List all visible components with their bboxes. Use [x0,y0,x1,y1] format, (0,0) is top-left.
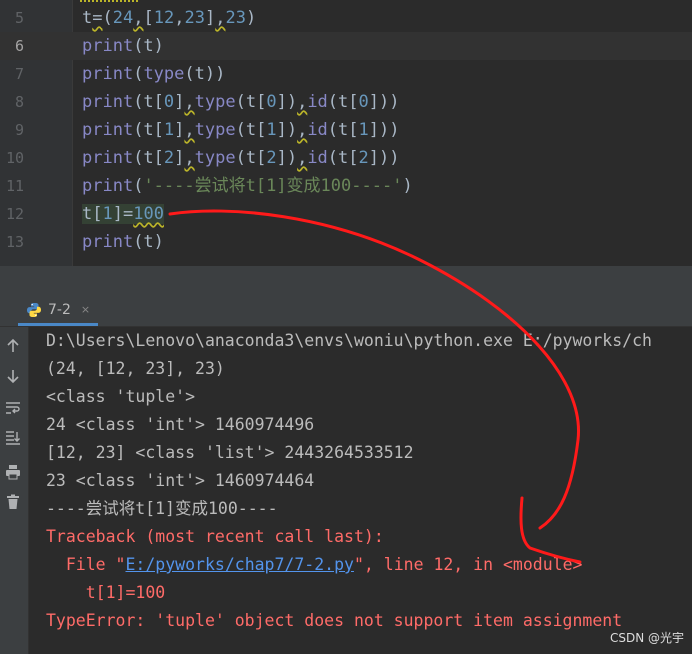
line-number: 9 [14,121,24,139]
console-line: 24 <class 'int'> 1460974496 [46,415,315,434]
console-line: ----尝试将t[1]变成100---- [46,499,278,518]
console-line: (24, [12, 23], 23) [46,359,225,378]
line-number: 5 [14,9,24,27]
traceback-file-prefix: File " [46,555,126,574]
code-line-6[interactable]: 6 print(t) [0,32,692,60]
code-line-9[interactable]: 9 print(t[1],type(t[1]),id(t[1])) [0,116,692,144]
run-tab[interactable]: 7-2 × [18,296,99,326]
code-text: print(type(t)) [82,64,226,84]
string-literal: '----尝试将t[1]变成100----' [143,176,403,196]
code-text: t=(24,[12,23],23) [82,8,257,28]
line-number: 12 [5,205,24,223]
run-toolbar [0,327,29,654]
scroll-to-end-icon[interactable] [2,427,24,449]
traceback-header: Traceback (most recent call last): [46,527,384,546]
code-line-8[interactable]: 8 print(t[0],type(t[0]),id(t[0])) [0,88,692,116]
code-line-7[interactable]: 7 print(type(t)) [0,60,692,88]
run-tool-window-header: 7-2 × [0,296,692,327]
line-number: 13 [5,233,24,251]
code-text: print(t) [82,36,164,56]
code-line-5[interactable]: 5 t=(24,[12,23],23) [0,4,692,32]
console-line: [12, 23] <class 'list'> 2443264533512 [46,443,414,462]
trash-icon[interactable] [2,491,24,513]
line-number: 8 [14,93,24,111]
line-number: 6 [14,37,24,55]
code-editor[interactable]: 5 t=(24,[12,23],23) 6 print(t) 7 print(t… [0,0,692,266]
console-line: D:\Users\Lenovo\anaconda3\envs\woniu\pyt… [46,331,652,350]
run-console[interactable]: D:\Users\Lenovo\anaconda3\envs\woniu\pyt… [36,327,692,654]
code-line-12[interactable]: 12 t[1]=100 [0,200,692,228]
close-icon[interactable]: × [81,303,90,316]
traceback-file-line: File "E:/pyworks/chap7/7-2.py", line 12,… [46,551,583,579]
code-line-13[interactable]: 13 print(t) [0,228,692,256]
code-line-10[interactable]: 10 print(t[2],type(t[2]),id(t[2])) [0,144,692,172]
error-message: TypeError: 'tuple' object does not suppo… [46,611,623,630]
soft-wrap-icon[interactable] [2,397,24,419]
console-line: 23 <class 'int'> 1460974464 [46,471,315,490]
line-number: 11 [5,177,24,195]
arrow-down-icon[interactable] [2,365,24,387]
code-text: print('----尝试将t[1]变成100----') [82,176,413,196]
code-text: print(t[0],type(t[0]),id(t[0])) [82,92,400,112]
editor-bottom-gap [0,266,692,296]
code-text: print(t[2],type(t[2]),id(t[2])) [82,148,400,168]
python-icon [27,302,41,317]
file-link[interactable]: E:/pyworks/chap7/7-2.py [125,555,353,574]
traceback-code-line: t[1]=100 [46,583,166,602]
arrow-up-icon[interactable] [2,335,24,357]
run-tab-label: 7-2 [48,301,71,318]
code-line-11[interactable]: 11 print('----尝试将t[1]变成100----') [0,172,692,200]
watermark: CSDN @光宇 [609,631,684,645]
code-text: t[1]=100 [82,204,164,224]
print-icon[interactable] [2,461,24,483]
line-number: 10 [5,149,24,167]
line-number: 7 [14,65,24,83]
code-text: print(t[1],type(t[1]),id(t[1])) [82,120,400,140]
console-line: <class 'tuple'> [46,387,196,406]
code-text: print(t) [82,232,164,252]
traceback-file-suffix: ", line 12, in <module> [353,555,583,574]
